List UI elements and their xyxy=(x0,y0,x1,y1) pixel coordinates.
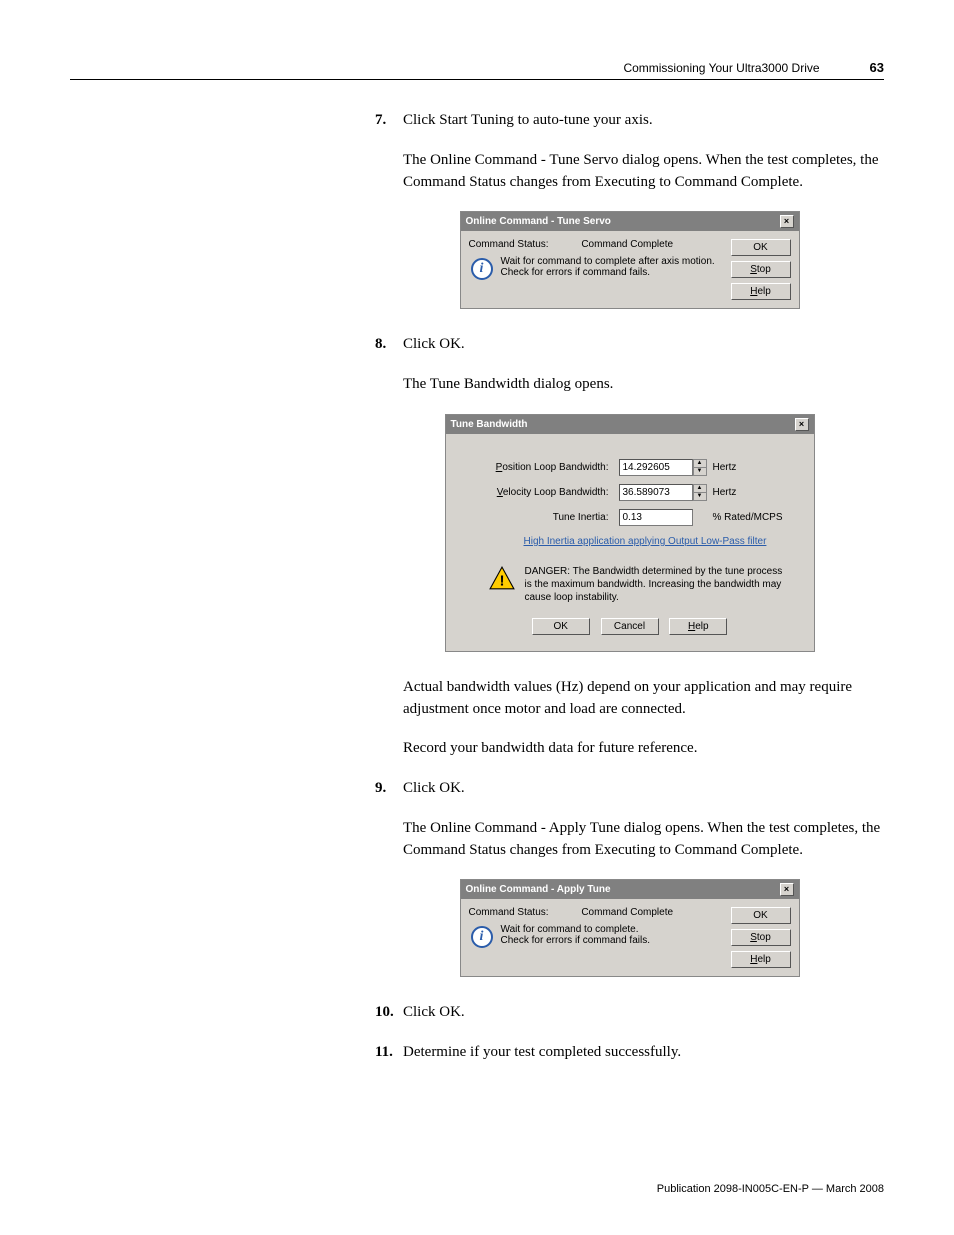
status-row: Command Status: Command Complete xyxy=(469,239,723,250)
warning-text: DANGER: The Bandwidth determined by the … xyxy=(525,565,786,604)
step-9-para: The Online Command - Apply Tune dialog o… xyxy=(403,818,884,862)
status-label: Command Status: xyxy=(469,239,549,250)
close-icon[interactable]: × xyxy=(795,418,809,431)
velocity-bw-unit: Hertz xyxy=(713,487,737,498)
help-button[interactable]: Help xyxy=(669,618,727,635)
page-header: Commissioning Your Ultra3000 Drive 63 xyxy=(70,60,884,80)
help-button[interactable]: Help xyxy=(731,951,791,968)
step-text: Determine if your test completed success… xyxy=(403,1042,884,1064)
step-text: Click OK. xyxy=(403,778,884,800)
page-footer: Publication 2098-IN005C-EN-P — March 200… xyxy=(657,1183,884,1195)
step-7: 7. Click Start Tuning to auto-tune your … xyxy=(375,110,884,132)
warning-icon: ! xyxy=(489,565,515,591)
lowpass-filter-link[interactable]: High Inertia application applying Output… xyxy=(524,536,796,547)
velocity-bw-field[interactable]: 36.589073 xyxy=(619,484,693,501)
step-text: Click OK. xyxy=(403,334,884,356)
step-text: Click Start Tuning to auto-tune your axi… xyxy=(403,110,884,132)
status-value: Command Complete xyxy=(581,239,673,250)
step-number: 10. xyxy=(375,1002,403,1024)
status-row: Command Status: Command Complete xyxy=(469,907,723,918)
dialog-title-bar: Tune Bandwidth × xyxy=(446,415,814,434)
dialog-title: Online Command - Tune Servo xyxy=(466,216,611,227)
position-bw-unit: Hertz xyxy=(713,462,737,473)
step-8-para3: Record your bandwidth data for future re… xyxy=(403,738,884,760)
step-number: 8. xyxy=(375,334,403,356)
step-11: 11. Determine if your test completed suc… xyxy=(375,1042,884,1064)
dialog-title-bar: Online Command - Apply Tune × xyxy=(461,880,799,899)
stop-button[interactable]: Stop xyxy=(731,261,791,278)
step-9: 9. Click OK. xyxy=(375,778,884,800)
svg-text:!: ! xyxy=(499,572,504,589)
tune-inertia-field[interactable]: 0.13 xyxy=(619,509,693,526)
stop-button[interactable]: Stop xyxy=(731,929,791,946)
step-number: 11. xyxy=(375,1042,403,1064)
step-number: 9. xyxy=(375,778,403,800)
ok-button[interactable]: OK xyxy=(532,618,590,635)
step-8: 8. Click OK. xyxy=(375,334,884,356)
info-text: Wait for command to complete after axis … xyxy=(501,256,715,278)
close-icon[interactable]: × xyxy=(780,883,794,896)
dialog-tune-bandwidth: Tune Bandwidth × Position Loop Bandwidth… xyxy=(445,414,815,652)
tune-inertia-label: Tune Inertia: xyxy=(464,512,619,523)
tune-inertia-unit: % Rated/MCPS xyxy=(713,512,783,523)
spinner-icon[interactable]: ▲▼ xyxy=(693,484,707,501)
step-7-para: The Online Command - Tune Servo dialog o… xyxy=(403,150,884,194)
status-label: Command Status: xyxy=(469,907,549,918)
dialog-title: Tune Bandwidth xyxy=(451,419,528,430)
dialog-apply-tune: Online Command - Apply Tune × Command St… xyxy=(460,879,800,977)
step-10: 10. Click OK. xyxy=(375,1002,884,1024)
help-button[interactable]: Help xyxy=(731,283,791,300)
step-8-para: The Tune Bandwidth dialog opens. xyxy=(403,374,884,396)
dialog-title-bar: Online Command - Tune Servo × xyxy=(461,212,799,231)
dialog-tune-servo: Online Command - Tune Servo × Command St… xyxy=(460,211,800,309)
cancel-button[interactable]: Cancel xyxy=(601,618,659,635)
page-number: 63 xyxy=(870,60,884,75)
ok-button[interactable]: OK xyxy=(731,239,791,256)
position-bw-label: Position Loop Bandwidth: xyxy=(464,462,619,473)
step-8-para2: Actual bandwidth values (Hz) depend on y… xyxy=(403,677,884,721)
header-section-title: Commissioning Your Ultra3000 Drive xyxy=(623,61,819,75)
info-icon: i xyxy=(469,256,495,282)
spinner-icon[interactable]: ▲▼ xyxy=(693,459,707,476)
status-value: Command Complete xyxy=(581,907,673,918)
info-icon: i xyxy=(469,924,495,950)
dialog-title: Online Command - Apply Tune xyxy=(466,884,611,895)
position-bw-field[interactable]: 14.292605 xyxy=(619,459,693,476)
close-icon[interactable]: × xyxy=(780,215,794,228)
info-text: Wait for command to complete. Check for … xyxy=(501,924,651,946)
step-number: 7. xyxy=(375,110,403,132)
step-text: Click OK. xyxy=(403,1002,884,1024)
velocity-bw-label: Velocity Loop Bandwidth: xyxy=(464,487,619,498)
ok-button[interactable]: OK xyxy=(731,907,791,924)
